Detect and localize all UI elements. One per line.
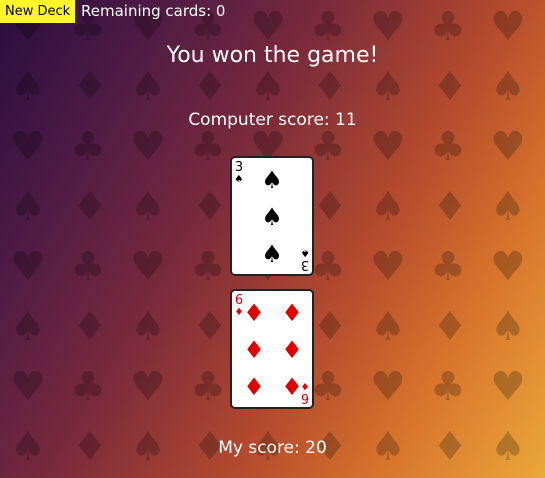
card-rank: 3 — [300, 257, 310, 272]
diamond-icon: ♦ — [243, 299, 265, 327]
diamond-icon: ♦ — [281, 299, 303, 327]
spade-icon: ♠ — [261, 203, 283, 231]
computer-card[interactable]: 3 ♠ ♠ ♠ ♠ 3 ♠ — [230, 156, 314, 276]
card-corner-top: 3 ♠ — [233, 160, 245, 186]
diamond-icon: ♦ — [243, 336, 265, 364]
card-rank: 3 — [234, 160, 244, 175]
spade-icon: ♠ — [234, 174, 244, 185]
spade-icon: ♠ — [261, 166, 283, 194]
new-deck-button[interactable]: New Deck — [0, 0, 76, 23]
remaining-cards-count: Remaining cards: 0 — [81, 2, 226, 20]
diamond-icon: ♦ — [281, 336, 303, 364]
diamond-icon: ♦ — [300, 380, 310, 391]
game-result-message: You won the game! — [166, 43, 379, 68]
card-rank: 6 — [300, 390, 310, 405]
card-corner-bottom: 6 ♦ — [299, 379, 311, 405]
my-card[interactable]: 6 ♦ ♦ ♦ ♦ ♦ ♦ ♦ 6 ♦ — [230, 289, 314, 409]
spade-icon: ♠ — [300, 247, 310, 258]
diamond-icon: ♦ — [243, 373, 265, 401]
card-corner-bottom: 3 ♠ — [299, 246, 311, 272]
my-score: My score: 20 — [218, 438, 327, 458]
computer-score: Computer score: 11 — [188, 110, 357, 130]
spade-icon: ♠ — [261, 240, 283, 268]
